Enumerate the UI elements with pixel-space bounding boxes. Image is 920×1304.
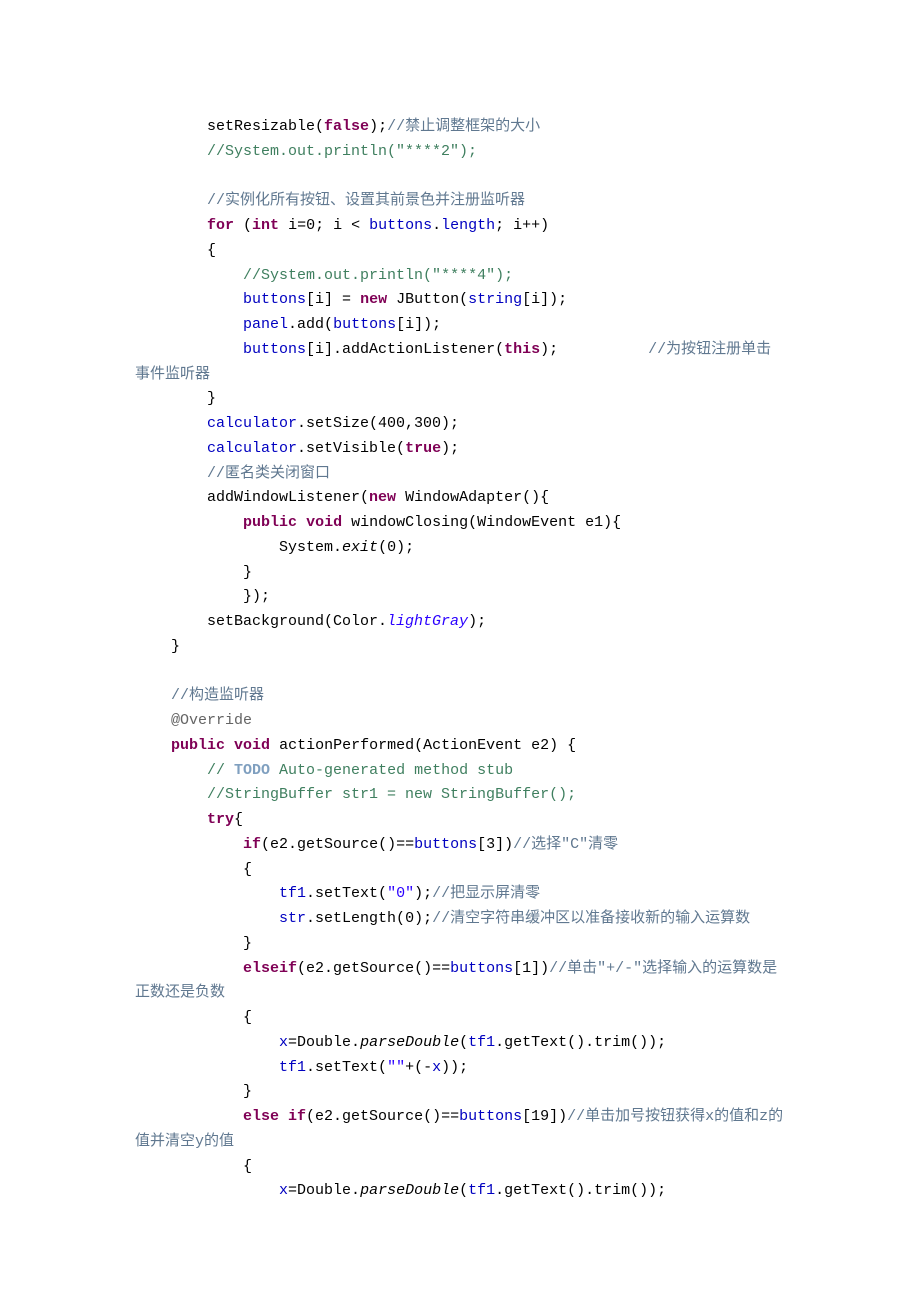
code-line: x=Double.parseDouble(tf1.getText().trim(… (135, 1182, 666, 1199)
code-line: } (135, 1083, 252, 1100)
code-line: tf1.setText("0");//把显示屏清零 (135, 885, 540, 902)
code-line: tf1.setText(""+(-x)); (135, 1059, 468, 1076)
code-line: } (135, 564, 252, 581)
code-line: } (135, 935, 252, 952)
code-line: //匿名类关闭窗口 (135, 465, 330, 482)
code-line: calculator.setVisible(true); (135, 440, 459, 457)
code-line: //StringBuffer str1 = new StringBuffer()… (135, 786, 576, 803)
code-line: setResizable(false);//禁止调整框架的大小 (135, 118, 540, 135)
code-line: calculator.setSize(400,300); (135, 415, 459, 432)
code-line: elseif(e2.getSource()==buttons[1])//单击"+… (135, 960, 777, 1002)
code-line: else if(e2.getSource()==buttons[19])//单击… (135, 1108, 783, 1150)
code-line: //构造监听器 (135, 687, 264, 704)
code-line: { (135, 1158, 252, 1175)
code-line: setBackground(Color.lightGray); (135, 613, 486, 630)
code-line: // TODO Auto-generated method stub (135, 762, 513, 779)
code-line: //System.out.println("****2"); (135, 143, 477, 160)
code-line: @Override (135, 712, 252, 729)
code-line: panel.add(buttons[i]); (135, 316, 441, 333)
code-line: str.setLength(0);//清空字符串缓冲区以准备接收新的输入运算数 (135, 910, 750, 927)
code-line: System.exit(0); (135, 539, 414, 556)
code-line: //System.out.println("****4"); (135, 267, 513, 284)
code-line: public void windowClosing(WindowEvent e1… (135, 514, 621, 531)
code-line: for (int i=0; i < buttons.length; i++) (135, 217, 549, 234)
code-line: } (135, 390, 216, 407)
code-line: try{ (135, 811, 243, 828)
code-line: } (135, 638, 180, 655)
code-line: }); (135, 588, 270, 605)
code-line: { (135, 1009, 252, 1026)
code-line: { (135, 242, 216, 259)
code-line: x=Double.parseDouble(tf1.getText().trim(… (135, 1034, 666, 1051)
code-line: buttons[i].addActionListener(this); //为按… (135, 341, 771, 383)
code-block: setResizable(false);//禁止调整框架的大小 //System… (0, 0, 920, 1304)
code-line: //实例化所有按钮、设置其前景色并注册监听器 (135, 192, 525, 209)
code-line: { (135, 861, 252, 878)
code-line: addWindowListener(new WindowAdapter(){ (135, 489, 549, 506)
code-line: public void actionPerformed(ActionEvent … (135, 737, 576, 754)
code-line: if(e2.getSource()==buttons[3])//选择"C"清零 (135, 836, 618, 853)
code-line: buttons[i] = new JButton(string[i]); (135, 291, 567, 308)
